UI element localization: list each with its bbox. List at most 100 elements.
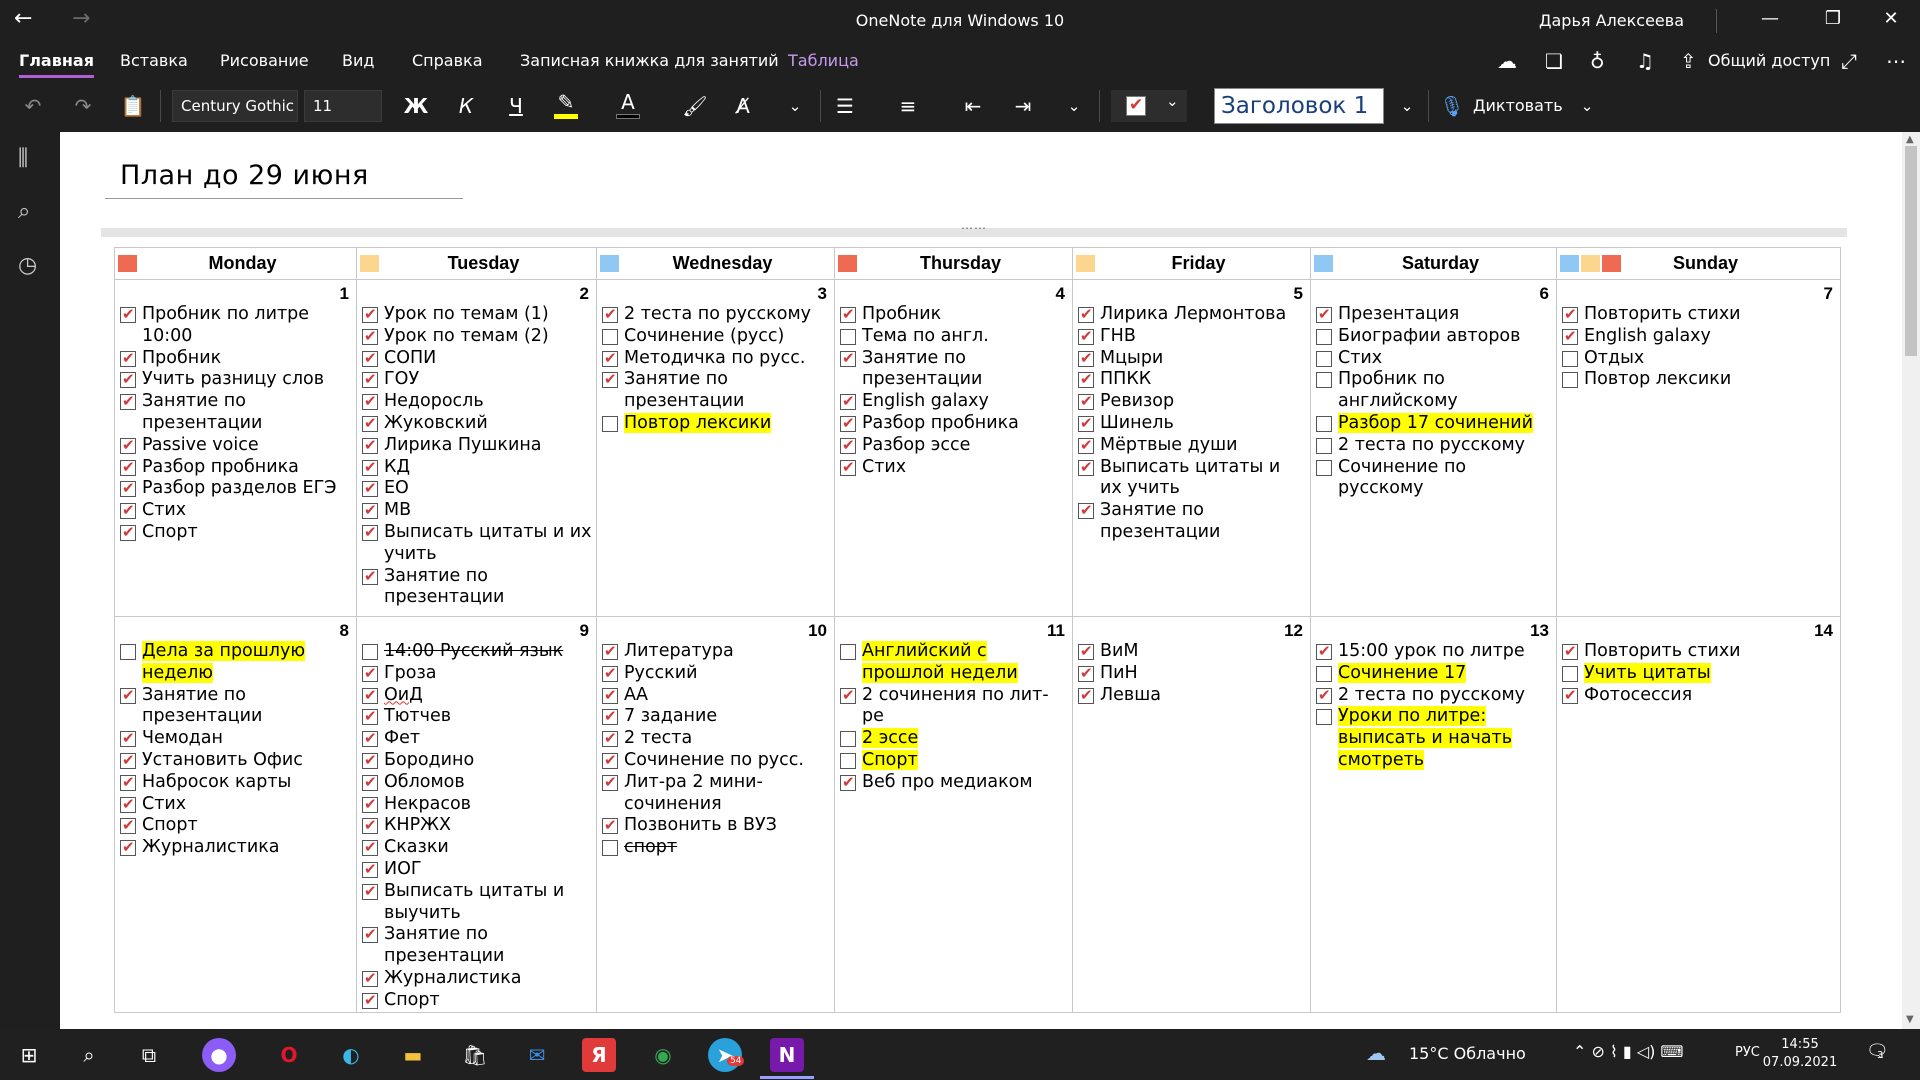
checked-checkbox-icon[interactable] — [602, 663, 618, 685]
bullet-list-icon[interactable]: ☰ — [830, 90, 860, 122]
task-item[interactable]: Урок по темам (2) — [360, 326, 592, 348]
task-item[interactable]: Разбор 17 сочинений — [1314, 412, 1552, 435]
checked-checkbox-icon[interactable] — [362, 837, 378, 859]
tab-class-notebook[interactable]: Записная книжка для занятий — [520, 51, 779, 70]
task-text[interactable]: ПиН — [1100, 663, 1138, 683]
task-item[interactable]: Спорт — [360, 990, 592, 1012]
task-text[interactable]: Фотосессия — [1584, 685, 1692, 705]
task-item[interactable]: Бородино — [360, 750, 592, 772]
task-item[interactable]: 2 теста по русскому — [1314, 685, 1552, 706]
checked-checkbox-icon[interactable] — [602, 369, 618, 391]
checked-checkbox-icon[interactable] — [362, 663, 378, 685]
checked-checkbox-icon[interactable] — [362, 990, 378, 1012]
task-item[interactable]: Занятие по презентации — [118, 685, 352, 729]
task-item[interactable]: Разбор разделов ЕГЭ — [118, 478, 352, 500]
task-item[interactable]: Журналистика — [360, 968, 592, 990]
unchecked-checkbox-icon[interactable] — [1316, 665, 1332, 682]
task-item[interactable]: Выписать цитаты и их учить — [360, 522, 592, 566]
task-item[interactable]: Методичка по русс. — [600, 348, 830, 369]
task-text[interactable]: СОПИ — [384, 348, 436, 368]
day-cell[interactable]: 8Дела за прошлую неделюЗанятие по презен… — [114, 616, 357, 1013]
task-text[interactable]: АА — [624, 685, 648, 705]
checked-checkbox-icon[interactable] — [120, 815, 136, 837]
weekday-header[interactable]: Saturday — [1310, 247, 1557, 280]
task-text[interactable]: Выписать цитаты и выучить — [384, 881, 564, 923]
task-text[interactable]: Мёртвые души — [1100, 435, 1237, 455]
task-item[interactable]: Сказки — [360, 837, 592, 859]
task-text[interactable]: Разбор эссе — [862, 435, 970, 455]
checked-checkbox-icon[interactable] — [362, 391, 378, 413]
page-canvas[interactable]: План до 29 июня ⋯⋯ Monday Tuesday Wednesda… — [60, 132, 1902, 1029]
task-item[interactable]: Лирика Пушкина — [360, 435, 592, 457]
vertical-scrollbar[interactable]: ▲ ▼ — [1902, 132, 1920, 1029]
minimize-icon[interactable]: — — [1755, 8, 1785, 29]
checked-checkbox-icon[interactable] — [120, 500, 136, 522]
task-text[interactable]: Дела за прошлую неделю — [142, 641, 306, 683]
checked-checkbox-icon[interactable] — [1078, 413, 1094, 435]
style-selector[interactable]: Заголовок 1 — [1214, 88, 1384, 124]
task-text[interactable]: Спорт — [142, 522, 198, 542]
checked-checkbox-icon[interactable] — [362, 522, 378, 544]
checked-checkbox-icon[interactable] — [362, 794, 378, 815]
user-name[interactable]: Дарья Алексеева — [1539, 11, 1684, 30]
task-text[interactable]: Занятие по презентации — [142, 685, 262, 727]
task-text[interactable]: 2 теста по русскому — [1338, 435, 1525, 455]
task-text[interactable]: Шинель — [1100, 413, 1174, 433]
checked-checkbox-icon[interactable] — [840, 435, 856, 457]
task-item[interactable]: Учить цитаты — [1560, 662, 1836, 685]
task-text[interactable]: Спорт — [384, 990, 440, 1010]
checked-checkbox-icon[interactable] — [1078, 435, 1094, 457]
checked-checkbox-icon[interactable] — [362, 881, 378, 903]
day-cell[interactable]: 32 теста по русскомуСочинение (русс)Мето… — [596, 279, 835, 617]
checked-checkbox-icon[interactable] — [362, 968, 378, 990]
page-title[interactable]: План до 29 июня — [120, 160, 369, 191]
task-item[interactable]: Уроки по литре: выписать и начать смотре… — [1314, 706, 1552, 771]
chevron-down-icon[interactable]: ⌄ — [780, 90, 810, 122]
chevron-down-icon[interactable]: ⌄ — [1572, 90, 1602, 122]
checked-checkbox-icon[interactable] — [120, 837, 136, 859]
unchecked-checkbox-icon[interactable] — [1562, 665, 1578, 682]
task-text[interactable]: Урок по темам (1) — [384, 304, 549, 324]
checked-checkbox-icon[interactable] — [362, 750, 378, 772]
task-item[interactable]: Разбор пробника — [838, 413, 1068, 435]
checked-checkbox-icon[interactable] — [120, 369, 136, 391]
task-text[interactable]: Сочинение (русс) — [624, 326, 784, 346]
task-item[interactable]: АА — [600, 685, 830, 706]
store-icon[interactable]: 🛍 — [458, 1038, 492, 1072]
checked-checkbox-icon[interactable] — [362, 348, 378, 369]
checked-checkbox-icon[interactable] — [602, 641, 618, 663]
unchecked-checkbox-icon[interactable] — [1316, 350, 1332, 367]
checked-checkbox-icon[interactable] — [120, 348, 136, 369]
task-item[interactable]: Лит-ра 2 мини-сочинения — [600, 772, 830, 816]
clipboard-icon[interactable]: 📋 — [118, 90, 148, 122]
redo-icon[interactable]: ↷ — [68, 90, 98, 122]
task-text[interactable]: Повторить стихи — [1584, 304, 1741, 324]
weather-widget[interactable]: 15°C Облачно — [1409, 1044, 1526, 1063]
checked-checkbox-icon[interactable] — [1562, 304, 1578, 326]
task-text[interactable]: Лирика Пушкина — [384, 435, 542, 455]
task-item[interactable]: ОиД — [360, 685, 592, 706]
task-text[interactable]: Занятие по презентации — [862, 348, 982, 390]
task-item[interactable]: Пробник по литре 10:00 — [118, 304, 352, 348]
task-text[interactable]: English galaxy — [862, 391, 989, 411]
task-text[interactable]: Тема по англ. — [862, 326, 989, 346]
checked-checkbox-icon[interactable] — [120, 304, 136, 326]
task-item[interactable]: 2 эссе — [838, 728, 1068, 750]
task-item[interactable]: Позвонить в ВУЗ — [600, 815, 830, 837]
checked-checkbox-icon[interactable] — [602, 685, 618, 706]
checked-checkbox-icon[interactable] — [602, 348, 618, 369]
task-item[interactable]: Недоросль — [360, 391, 592, 413]
bold-button[interactable]: Ж — [400, 90, 432, 122]
checked-checkbox-icon[interactable] — [1078, 457, 1094, 478]
drag-handle-icon[interactable]: ⋯⋯ — [961, 221, 987, 235]
task-item[interactable]: ГНВ — [1076, 326, 1306, 348]
task-item[interactable]: Занятие по презентации — [360, 924, 592, 968]
task-text[interactable]: Набросок карты — [142, 772, 291, 792]
day-cell[interactable]: 1Пробник по литре 10:00ПробникУчить разн… — [114, 279, 357, 617]
share-icon[interactable]: ⇪ — [1680, 49, 1697, 73]
task-text[interactable]: 15:00 урок по литре — [1338, 641, 1525, 661]
checked-checkbox-icon[interactable] — [120, 772, 136, 794]
task-item[interactable]: Стих — [838, 457, 1068, 478]
task-text[interactable]: 2 эссе — [862, 728, 919, 749]
task-text[interactable]: Выписать цитаты и их учить — [384, 522, 592, 564]
